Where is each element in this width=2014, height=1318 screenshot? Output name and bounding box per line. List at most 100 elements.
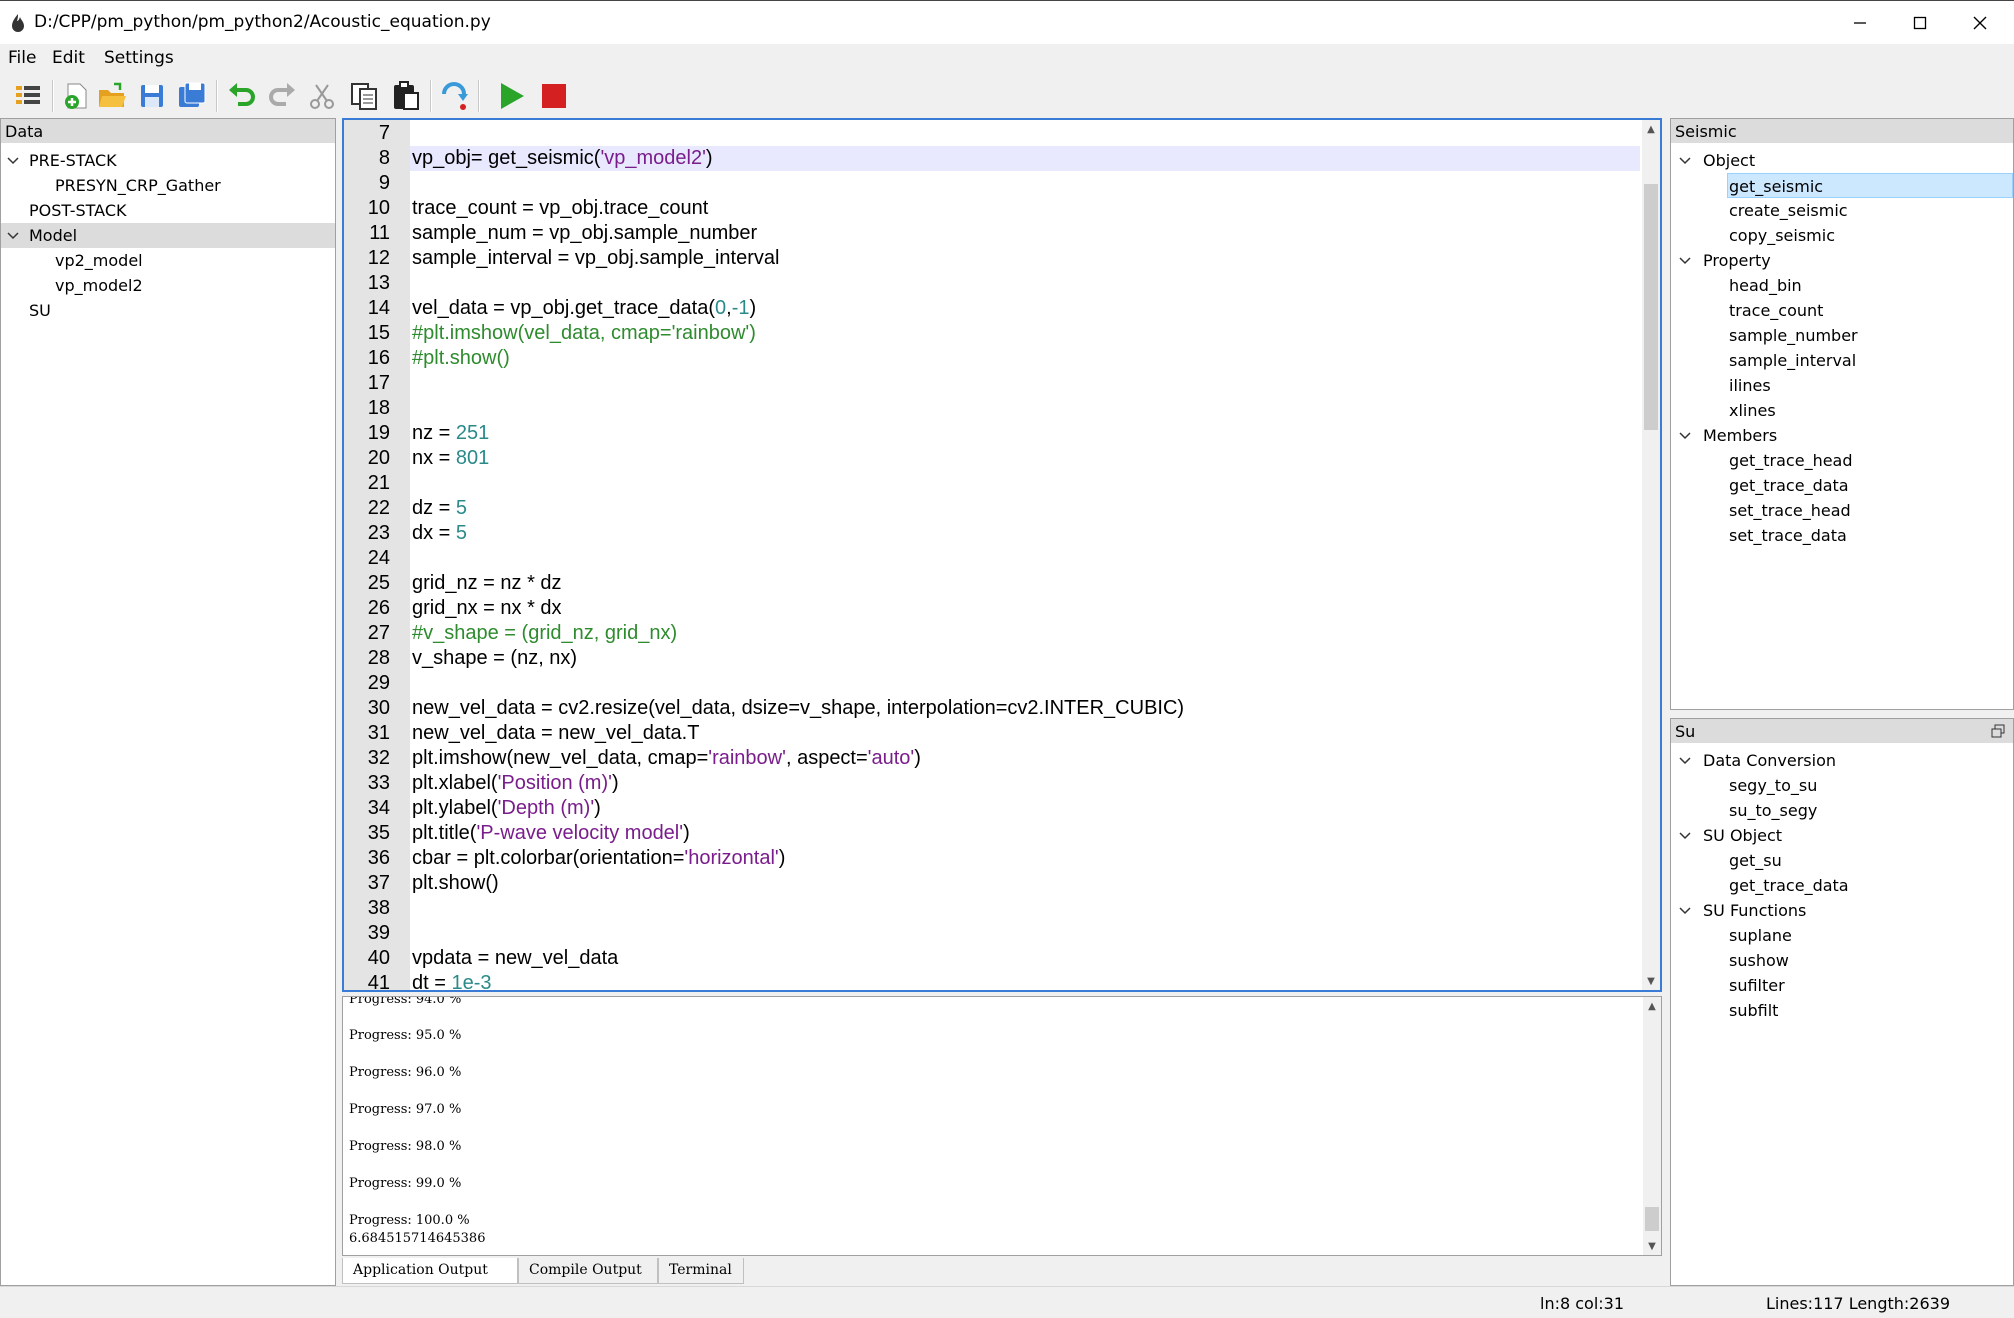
tree-item-get-trace-head[interactable]: get_trace_head	[1671, 448, 2013, 473]
tree-item-label: su_to_segy	[1729, 801, 1818, 820]
status-bar: ln:8 col:31 Lines:117 Length:2639	[0, 1286, 2014, 1318]
tree-item-su-get-trace-data[interactable]: get_trace_data	[1671, 873, 2013, 898]
tree-item-xlines[interactable]: xlines	[1671, 398, 2013, 423]
tree-item-trace-count[interactable]: trace_count	[1671, 298, 2013, 323]
open-folder-button[interactable]	[94, 78, 130, 114]
window-title: D:/CPP/pm_python/pm_python2/Acoustic_equ…	[34, 12, 491, 32]
redo-button[interactable]	[264, 78, 300, 114]
tree-item-sushow[interactable]: sushow	[1671, 948, 2013, 973]
cut-button[interactable]	[304, 78, 340, 114]
chevron-down-icon[interactable]	[5, 223, 21, 248]
tree-item-label: sufilter	[1729, 976, 1785, 995]
paste-button[interactable]	[388, 78, 424, 114]
chevron-down-icon[interactable]	[1677, 423, 1693, 448]
tree-item-pre-stack[interactable]: PRE-STACK	[1, 148, 335, 173]
chevron-down-icon[interactable]	[1677, 148, 1693, 173]
scroll-up-arrow-icon[interactable]: ▲	[1642, 120, 1660, 138]
tree-item-members[interactable]: Members	[1671, 423, 2013, 448]
line-number: 35	[367, 822, 390, 844]
scroll-down-arrow-icon[interactable]: ▼	[1642, 972, 1660, 990]
save-button[interactable]	[134, 78, 170, 114]
tree-item-vp2-model[interactable]: vp2_model	[1, 248, 335, 273]
application-output[interactable]: Progress: 94.0 % Progress: 95.0 % Progre…	[342, 996, 1662, 1256]
tree-item-segy-to-su[interactable]: segy_to_su	[1671, 773, 2013, 798]
tab-terminal[interactable]: Terminal	[658, 1258, 744, 1284]
copy-button[interactable]	[346, 78, 382, 114]
tree-item-set-trace-data[interactable]: set_trace_data	[1671, 523, 2013, 548]
code-line-25: grid_nz = nz * dz	[412, 572, 562, 594]
tree-item-ilines[interactable]: ilines	[1671, 373, 2013, 398]
tree-item-data-conversion[interactable]: Data Conversion	[1671, 748, 2013, 773]
tree-item-label: sample_number	[1729, 326, 1858, 345]
chevron-down-icon[interactable]	[5, 148, 21, 173]
menu-edit[interactable]: Edit	[52, 48, 85, 68]
run-button[interactable]	[494, 78, 530, 114]
menu-file[interactable]: File	[8, 48, 36, 68]
chevron-down-icon[interactable]	[1677, 748, 1693, 773]
tree-item-label: SU	[29, 301, 51, 320]
tree-item-vp-model2[interactable]: vp_model2	[1, 273, 335, 298]
output-scrollbar[interactable]: ▲ ▼	[1643, 997, 1661, 1255]
tab-application-output[interactable]: Application Output	[342, 1258, 518, 1284]
tree-item-su[interactable]: SU	[1, 298, 335, 323]
chevron-down-icon[interactable]	[1677, 248, 1693, 273]
chevron-down-icon[interactable]	[1677, 898, 1693, 923]
output-tabs: Application Output Compile Output Termin…	[342, 1258, 1662, 1286]
line-number: 40	[367, 947, 390, 969]
code-line-41: dt = 1e-3	[412, 972, 492, 992]
undo-button[interactable]	[224, 78, 260, 114]
line-number: 25	[367, 572, 390, 594]
line-number: 18	[367, 397, 390, 419]
chevron-down-icon[interactable]	[1677, 823, 1693, 848]
undock-icon[interactable]	[1991, 723, 2005, 742]
tree-item-sample-interval[interactable]: sample_interval	[1671, 348, 2013, 373]
stop-button[interactable]	[536, 78, 572, 114]
tree-item-get-seismic[interactable]: get_seismic	[1727, 173, 2013, 198]
tree-item-su-to-segy[interactable]: su_to_segy	[1671, 798, 2013, 823]
tree-item-label: POST-STACK	[29, 201, 127, 220]
scroll-up-arrow-icon[interactable]: ▲	[1643, 997, 1661, 1015]
step-button[interactable]	[438, 78, 474, 114]
maximize-button[interactable]	[1890, 1, 1950, 45]
code-line-37: plt.show()	[412, 872, 499, 894]
tree-item-get-su[interactable]: get_su	[1671, 848, 2013, 873]
list-button[interactable]	[10, 78, 46, 114]
tree-item-su-object[interactable]: SU Object	[1671, 823, 2013, 848]
tree-item-presyn-crp-gather[interactable]: PRESYN_CRP_Gather	[1, 173, 335, 198]
tree-item-label: Model	[29, 226, 78, 245]
tree-item-subfilt[interactable]: subfilt	[1671, 998, 2013, 1023]
minimize-button[interactable]	[1830, 1, 1890, 45]
tree-item-set-trace-head[interactable]: set_trace_head	[1671, 498, 2013, 523]
tree-item-create-seismic[interactable]: create_seismic	[1671, 198, 2013, 223]
editor-scrollbar[interactable]: ▲ ▼	[1642, 120, 1660, 990]
menu-settings[interactable]: Settings	[104, 48, 174, 68]
new-file-button[interactable]	[58, 78, 94, 114]
tree-item-suplane[interactable]: suplane	[1671, 923, 2013, 948]
tree-item-copy-seismic[interactable]: copy_seismic	[1671, 223, 2013, 248]
save-all-button[interactable]	[174, 78, 210, 114]
tree-item-sufilter[interactable]: sufilter	[1671, 973, 2013, 998]
editor-scroll-thumb[interactable]	[1644, 184, 1658, 430]
output-scroll-thumb[interactable]	[1645, 1207, 1659, 1231]
code-line-23: dx = 5	[412, 522, 468, 544]
close-button[interactable]	[1950, 1, 2010, 45]
code-line-32: plt.imshow(new_vel_data, cmap='rainbow',…	[412, 747, 921, 769]
line-number: 23	[367, 522, 390, 544]
scroll-down-arrow-icon[interactable]: ▼	[1643, 1237, 1661, 1255]
tree-item-get-trace-data[interactable]: get_trace_data	[1671, 473, 2013, 498]
tree-item-sample-number[interactable]: sample_number	[1671, 323, 2013, 348]
tree-item-property[interactable]: Property	[1671, 248, 2013, 273]
line-number: 41	[367, 972, 390, 992]
code-line-8: vp_obj= get_seismic('vp_model2')	[412, 147, 713, 169]
tree-item-object[interactable]: Object	[1671, 148, 2013, 173]
tree-item-su-functions[interactable]: SU Functions	[1671, 898, 2013, 923]
line-number: 32	[367, 747, 390, 769]
tree-item-post-stack[interactable]: POST-STACK	[1, 198, 335, 223]
code-editor[interactable]: 7 8 9 10 11 12 13 14 15 16 17 18 19 20 2…	[342, 118, 1662, 992]
tree-item-label: get_trace_data	[1729, 476, 1849, 495]
tree-item-model[interactable]: Model	[1, 223, 335, 248]
copy-icon	[351, 83, 377, 110]
tree-item-head-bin[interactable]: head_bin	[1671, 273, 2013, 298]
tab-compile-output[interactable]: Compile Output	[518, 1258, 658, 1284]
cut-icon	[310, 84, 334, 109]
